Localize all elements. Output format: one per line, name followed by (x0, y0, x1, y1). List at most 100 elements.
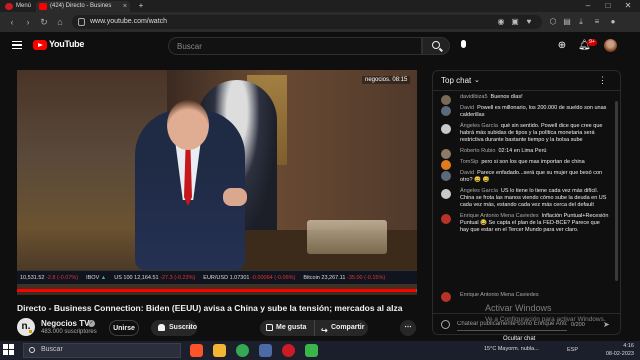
chat-author[interactable]: TomSip (460, 159, 478, 165)
chevron-down-icon: ⌄ (186, 325, 192, 331)
search-input[interactable] (177, 38, 417, 54)
avatar[interactable] (441, 214, 451, 224)
chat-mode-select[interactable]: Top chat (441, 76, 471, 85)
chat-message[interactable]: David Powell es millonario, los 200.000 d… (433, 103, 614, 121)
more-actions-button[interactable]: ⋯ (400, 320, 416, 336)
share-button[interactable]: ↪ Compartir (314, 320, 368, 336)
ticker-change: ▲ (100, 274, 107, 281)
brave-icon[interactable] (190, 344, 203, 357)
task-view-icon[interactable] (259, 344, 272, 357)
chat-message[interactable]: David Parece enfadado...será que su mujer… (433, 168, 614, 186)
youtube-logo-icon[interactable] (33, 40, 47, 50)
language-indicator[interactable]: ESP (567, 347, 578, 353)
clock-time[interactable]: 4:16 (602, 343, 634, 349)
forward-icon[interactable]: › (22, 16, 34, 28)
home-icon[interactable]: ⌂ (54, 16, 66, 28)
subscribe-button[interactable]: Suscrito ⌄ (151, 320, 197, 336)
video-player[interactable]: negocios. 08:15 10,531.52 -2.8 (-0.07%) I… (17, 70, 417, 295)
avatar (441, 292, 451, 302)
ticker-value: 1.07301 (229, 274, 250, 281)
chat-message[interactable]: Enrique Antonio Mena Caviedes Inflación P… (433, 211, 614, 236)
youtube-wordmark[interactable]: YouTube (49, 39, 84, 49)
ticker-item: IBOV ▲ (86, 275, 106, 281)
maximize-button[interactable]: □ (598, 0, 618, 12)
weather-widget[interactable]: 15°C Mayorm. nubla... (484, 346, 539, 352)
avatar[interactable] (604, 39, 617, 52)
close-window-button[interactable]: ✕ (618, 0, 638, 12)
tab-youtube[interactable]: (424) Directo - Busines × (36, 1, 130, 12)
url-field[interactable]: www.youtube.com/watch (72, 15, 542, 29)
avatar[interactable] (441, 124, 451, 134)
chat-text: 02:14 en Lima Perú (498, 148, 547, 154)
like-button[interactable]: Me gusta (260, 320, 314, 336)
chat-message-list[interactable]: davidibiza5 Buenos días! David Powell es mi… (433, 92, 614, 304)
chat-message[interactable]: davidibiza5 Buenos días! (433, 92, 614, 105)
ticker-item: EUR/USD 1.07301 -0.00064 (-0.06%) (203, 275, 295, 281)
avatar[interactable] (441, 171, 451, 181)
back-icon[interactable]: ‹ (6, 16, 18, 28)
youtube-favicon-icon (39, 3, 47, 10)
chat-author[interactable]: Ángeles García (460, 188, 498, 194)
chat-message[interactable]: Ángeles García qué sin sentido. Powell di… (433, 121, 614, 146)
emoji-icon[interactable] (441, 320, 450, 329)
minimize-button[interactable]: – (578, 0, 598, 12)
chrome-icon[interactable] (236, 344, 249, 357)
heart-icon[interactable]: ♥ (524, 17, 534, 27)
windows-start-icon[interactable] (3, 344, 15, 356)
youtube-masthead: YouTube ⊕ 🔔︎ (0, 32, 640, 60)
close-tab-icon[interactable]: × (123, 1, 127, 12)
chat-author[interactable]: David (460, 170, 474, 176)
tab-menu[interactable]: Menú (2, 1, 34, 12)
join-button[interactable]: Unirse (109, 320, 139, 336)
downloads-icon[interactable]: ⤓ (576, 17, 586, 27)
reload-icon[interactable]: ↻ (38, 16, 50, 28)
extensions-icon[interactable]: ⬡ (548, 17, 558, 27)
screenshot-icon[interactable]: ▣ (510, 17, 520, 27)
ticker-symbol: EUR/USD (203, 274, 229, 281)
channel-avatar[interactable]: n. (17, 318, 35, 336)
channel-name[interactable]: Negocios TV (41, 319, 89, 328)
chat-author[interactable]: Ángeles García (460, 123, 498, 129)
chat-message[interactable]: Ángeles García US lo tiene lo tiene cada … (433, 186, 614, 211)
notification-badge: 9+ (587, 39, 597, 46)
activate-windows-title: Activar Windows (485, 303, 552, 313)
avatar[interactable] (441, 106, 451, 116)
progress-bar[interactable] (17, 289, 417, 292)
ticker-value: 12,164.51 (134, 274, 159, 281)
new-tab-button[interactable]: + (131, 0, 151, 12)
chat-text: Buenos días! (490, 94, 523, 100)
hamburger-icon[interactable] (12, 41, 22, 49)
wallet-icon[interactable]: ▤ (562, 17, 572, 27)
menu-icon[interactable]: ≡ (592, 17, 602, 27)
file-explorer-icon[interactable] (213, 344, 226, 357)
chat-text: Powell es millonario, los 200.000 de sue… (460, 105, 607, 118)
chevron-down-icon[interactable]: ⌄ (474, 76, 480, 84)
taskbar-search[interactable]: Buscar (23, 343, 181, 358)
camera-icon[interactable]: ◉ (496, 17, 506, 27)
share-label: Compartir (331, 324, 365, 331)
url-text: www.youtube.com/watch (90, 18, 168, 25)
chat-author[interactable]: davidibiza5 (460, 94, 488, 100)
chat-author[interactable]: Enrique Antonio Mena Caviedes (460, 213, 539, 219)
app-icon[interactable] (305, 344, 318, 357)
tab-label: (424) Directo - Busines (50, 3, 112, 9)
chat-message[interactable]: TomSip pero si son los que mas importan d… (433, 157, 614, 170)
ticker-item: Bitcoin 23,267.11 -35.00 (-0.15%) (303, 275, 385, 281)
video-title: Directo - Business Connection: Biden (EE… (17, 303, 403, 313)
ticker-change: -27.3 (-0.23%) (160, 274, 196, 281)
opera-icon[interactable] (282, 344, 295, 357)
chat-scrollbar[interactable] (615, 101, 618, 281)
chat-text: pero si son los que mas importan de chin… (481, 159, 585, 165)
tab-label: Menú (16, 3, 32, 9)
chat-message[interactable]: Roberto Rubio 02:14 en Lima Perú (433, 146, 614, 159)
chat-author[interactable]: Roberto Rubio (460, 148, 495, 154)
create-icon[interactable]: ⊕ (556, 40, 568, 52)
profile-icon[interactable]: ● (608, 17, 618, 27)
more-vert-icon[interactable]: ⋮ (598, 75, 607, 86)
chat-author[interactable]: David (460, 105, 474, 111)
clock-date[interactable]: 08-02-2023 (596, 351, 634, 357)
search-button[interactable] (422, 37, 450, 55)
mic-icon[interactable] (456, 38, 472, 54)
chat-text: Parece enfadado...será que su mujer que … (460, 170, 603, 183)
avatar[interactable] (441, 189, 451, 199)
